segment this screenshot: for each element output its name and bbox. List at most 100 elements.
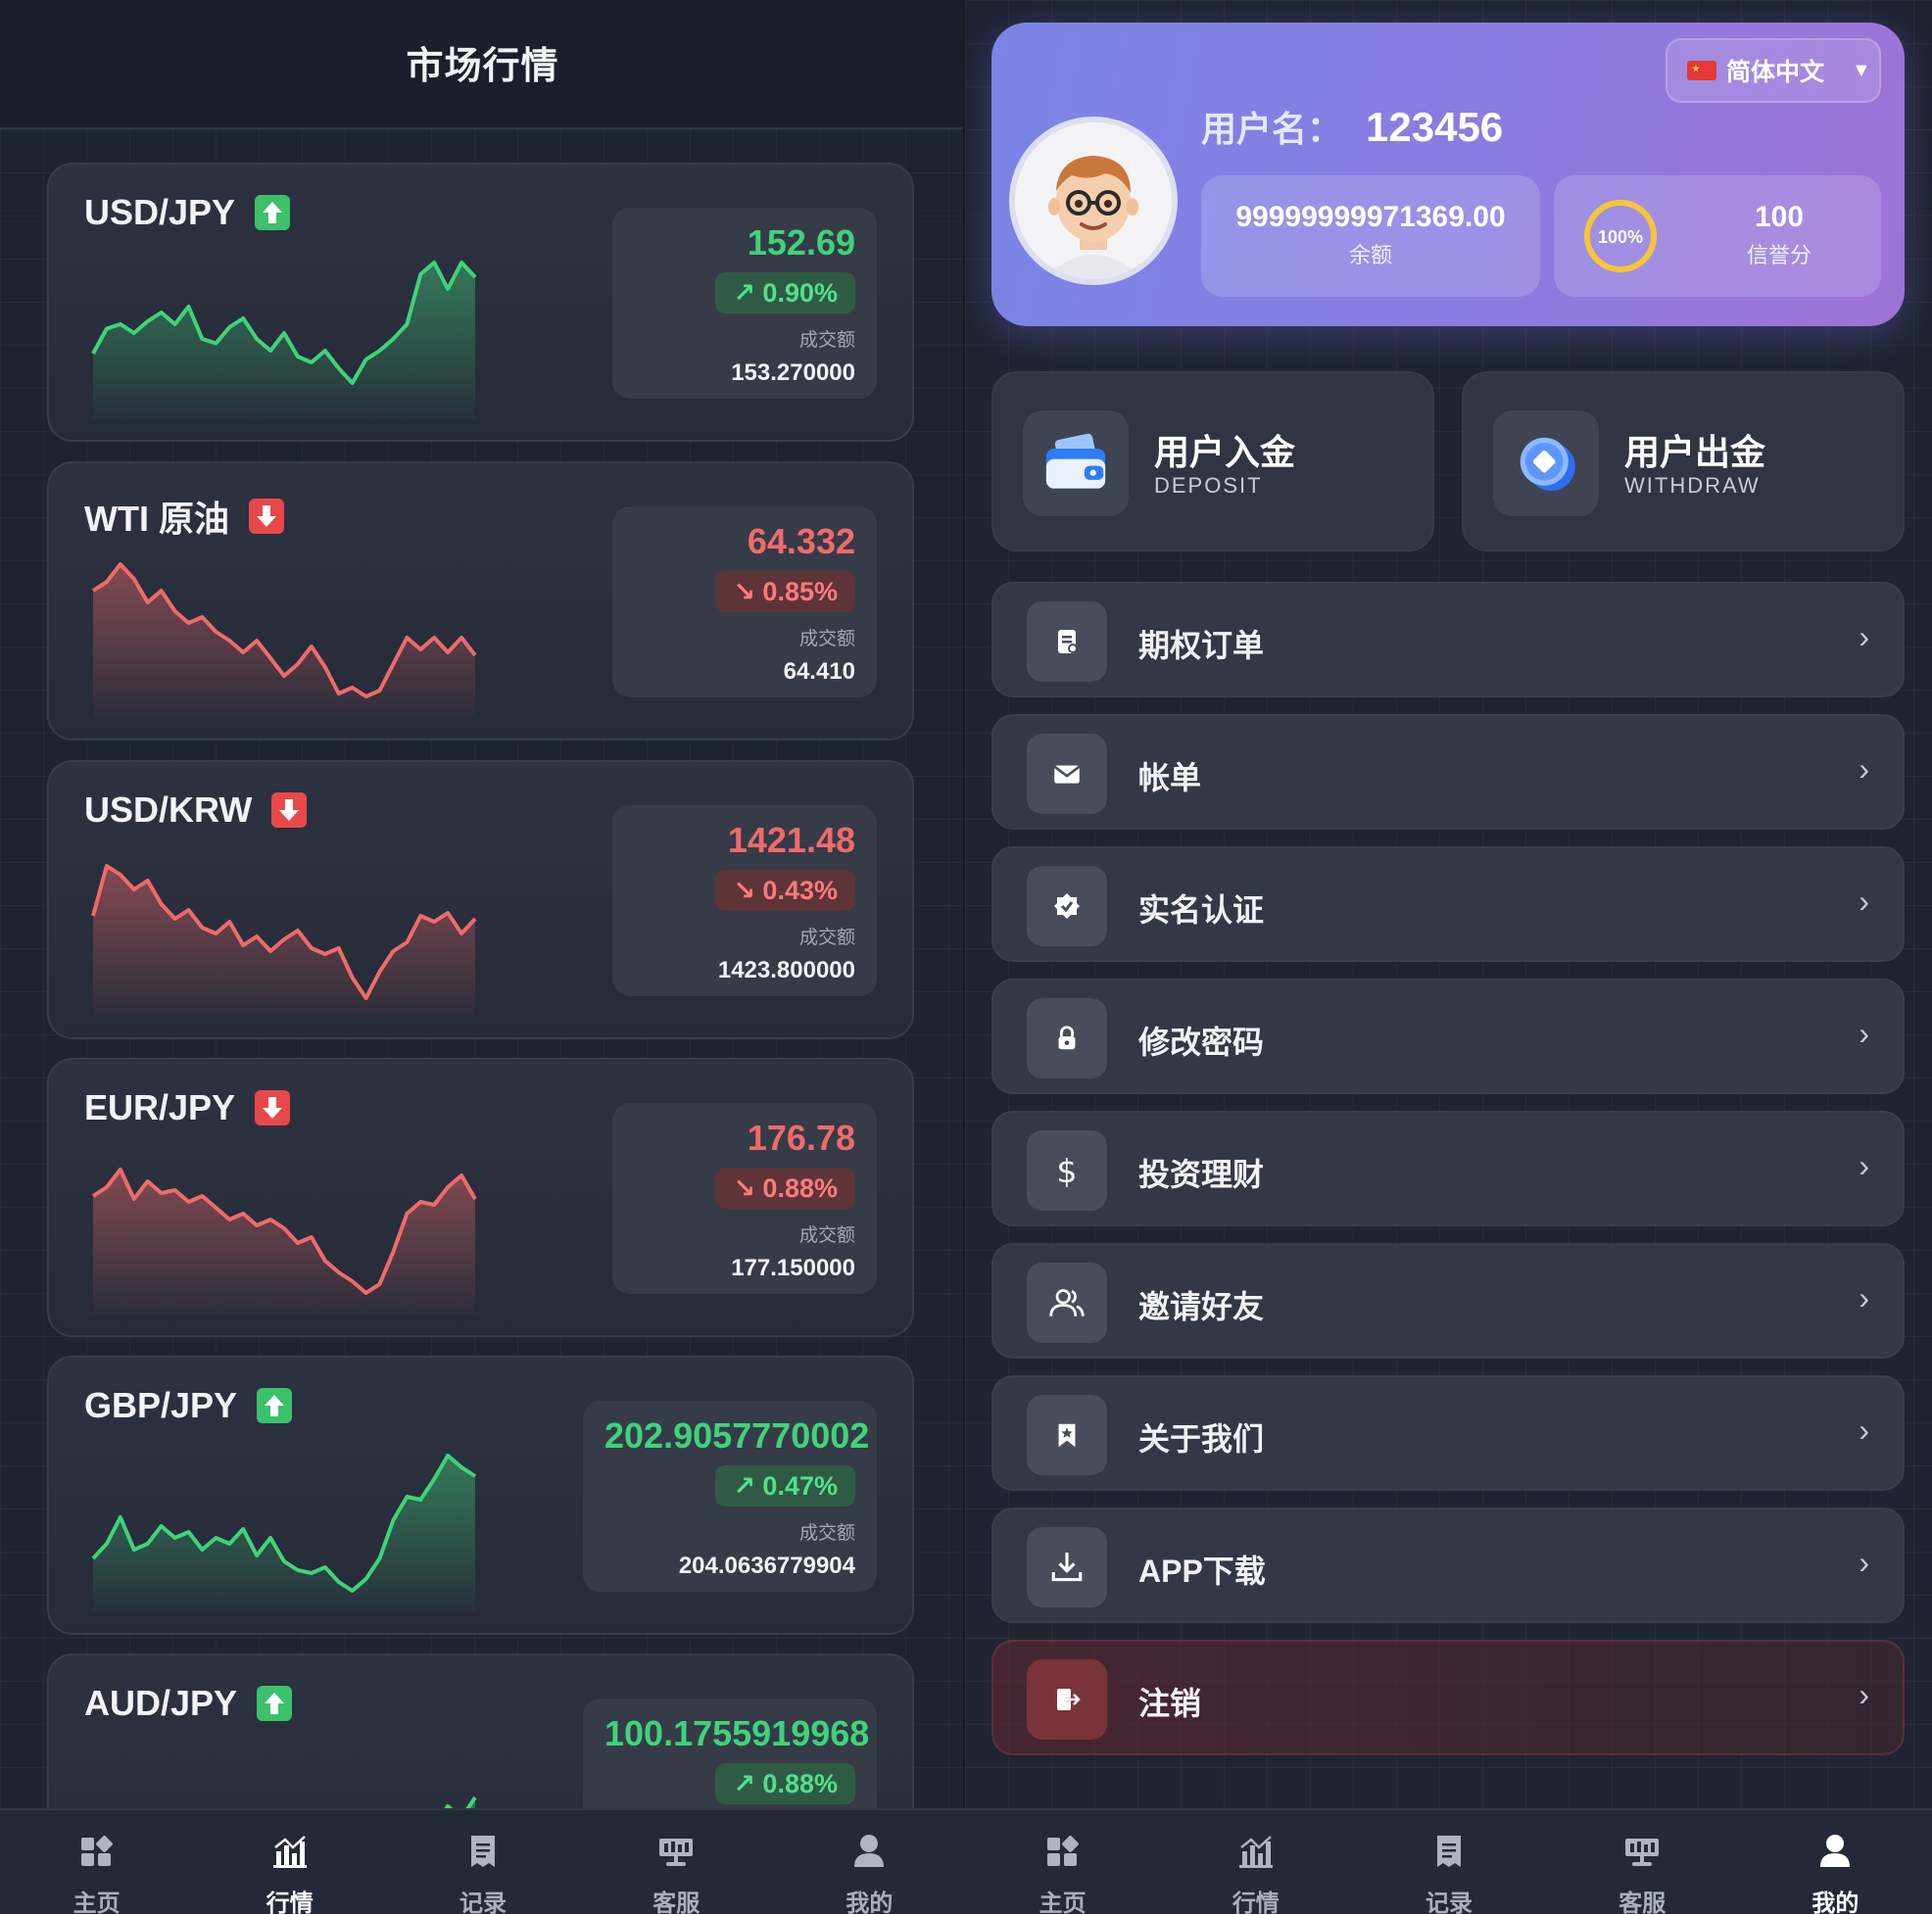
coin-icon [1493, 410, 1599, 516]
profile-panel: 简体中文 ▼ 用户名： 123456 99999999971369.00 余额 1… [965, 0, 1932, 1808]
nav-label: 记录 [459, 1890, 507, 1914]
balance-label: 余额 [1348, 243, 1392, 267]
nav-item[interactable]: 客服 [580, 1810, 773, 1914]
market-card[interactable]: EUR/JPY 176.78 ↘ 0.88% 成交额 177.150000 [47, 1058, 914, 1337]
nav-item[interactable]: 记录 [1352, 1810, 1545, 1914]
user-icon [849, 1832, 889, 1876]
price-value: 100.1755919968 [604, 1713, 870, 1753]
sparkline-area [446, 1797, 475, 1808]
volume-label: 成交额 [798, 928, 855, 948]
chevron-right-icon: › [1859, 1545, 1869, 1580]
volume-value: 153.270000 [731, 359, 855, 386]
volume-label: 成交额 [798, 629, 855, 649]
volume-value: 1423.800000 [717, 957, 855, 983]
support-icon [1622, 1832, 1662, 1876]
volume-label: 成交额 [798, 1523, 855, 1544]
chevron-right-icon: › [1859, 1412, 1869, 1448]
menu-item-label: 投资理财 [1138, 1157, 1265, 1192]
verified-badge-icon [1027, 866, 1107, 946]
nav-item[interactable]: 行情 [193, 1810, 386, 1914]
menu-item-label: 帐单 [1138, 760, 1202, 795]
sparkline-area [93, 1456, 475, 1612]
change-badge: ↘ 0.85% [715, 571, 855, 612]
market-card[interactable]: WTI 原油 64.332 ↘ 0.85% 成交额 64.410 [47, 461, 914, 741]
menu-item[interactable]: 注销 › [991, 1640, 1905, 1755]
menu-item[interactable]: 邀请好友 › [991, 1243, 1905, 1359]
support-icon [656, 1832, 696, 1876]
credit-score-label: 信誉分 [1746, 243, 1811, 267]
download-icon [1027, 1527, 1107, 1607]
quote-box: 100.1755919968↗ 0.88%成交额 [583, 1699, 877, 1808]
menu-item[interactable]: 修改密码 › [991, 979, 1905, 1094]
sparkline-area [93, 564, 475, 718]
records-icon [463, 1832, 503, 1876]
chevron-right-icon: › [1859, 619, 1869, 654]
profile-card: 简体中文 ▼ 用户名： 123456 99999999971369.00 余额 1… [991, 23, 1905, 326]
language-selector[interactable]: 简体中文 ▼ [1666, 38, 1881, 103]
menu-item-label: 关于我们 [1138, 1421, 1265, 1457]
nav-item[interactable]: 行情 [1159, 1810, 1352, 1914]
market-card[interactable]: AUD/JPY100.1755919968↗ 0.88%成交额 [47, 1653, 914, 1808]
credit-score-value: 100 [1754, 201, 1805, 233]
nav-label: 行情 [266, 1890, 314, 1914]
quote-box: 1421.48 ↘ 0.43% 成交额 1423.800000 [612, 805, 877, 996]
menu-item[interactable]: 实名认证 › [991, 846, 1905, 962]
market-card[interactable]: USD/KRW 1421.48 ↘ 0.43% 成交额 1423.800000 [47, 760, 914, 1039]
symbol-name: USD/KRW [84, 790, 308, 831]
quote-box: 202.9057770002 ↗ 0.47% 成交额 204.0636779904 [583, 1401, 877, 1592]
price-value: 64.332 [747, 521, 855, 561]
bottom-nav: 主页 行情 记录 客服 我的 主页 行情 记录 客服 我的 [0, 1808, 1932, 1914]
credit-box: 100% 100 信誉分 [1554, 175, 1881, 297]
menu-item[interactable]: 关于我们 › [991, 1375, 1905, 1491]
chevron-right-icon: › [1859, 751, 1869, 787]
china-flag-icon [1687, 61, 1716, 80]
nav-item[interactable]: 我的 [773, 1810, 966, 1914]
menu-item[interactable]: 帐单 › [991, 714, 1905, 830]
symbol-label: WTI 原油 [84, 499, 229, 539]
change-badge: ↗ 0.88% [715, 1763, 855, 1804]
nav-item[interactable]: 主页 [0, 1810, 193, 1914]
volume-label: 成交额 [798, 330, 855, 351]
symbol-label: EUR/JPY [84, 1087, 236, 1127]
lock-icon [1027, 998, 1107, 1078]
sparkline-chart [91, 261, 477, 419]
quote-box: 152.69 ↗ 0.90% 成交额 153.270000 [612, 208, 877, 399]
user-icon [1815, 1832, 1855, 1876]
price-value: 152.69 [747, 222, 855, 263]
volume-value: 204.0636779904 [678, 1553, 855, 1579]
language-label: 简体中文 [1726, 59, 1825, 86]
nav-item[interactable]: 记录 [386, 1810, 579, 1914]
nav-label: 我的 [845, 1890, 894, 1914]
nav-label: 客服 [1618, 1890, 1666, 1914]
menu-item-label: 邀请好友 [1138, 1289, 1265, 1324]
users-icon [1027, 1263, 1107, 1343]
deposit-button[interactable]: 用户入金 DEPOSIT [991, 371, 1434, 551]
nav-item[interactable]: 客服 [1546, 1810, 1739, 1914]
volume-label: 成交额 [798, 1225, 855, 1246]
nav-item[interactable]: 我的 [1739, 1810, 1932, 1914]
volume-value: 64.410 [783, 658, 855, 685]
sparkline-chart [91, 1168, 477, 1315]
market-card[interactable]: GBP/JPY 202.9057770002 ↗ 0.47% 成交额 204.06367… [47, 1356, 914, 1635]
menu-item[interactable]: $ 投资理财 › [991, 1111, 1905, 1226]
nav-label: 行情 [1232, 1890, 1280, 1914]
arrow-up-icon [257, 1686, 293, 1721]
menu-item-label: 期权订单 [1138, 628, 1265, 663]
username-row: 用户名： 123456 [1201, 101, 1503, 152]
withdraw-button[interactable]: 用户出金 WITHDRAW [1462, 371, 1905, 551]
symbol-label: USD/JPY [84, 192, 236, 232]
market-card[interactable]: USD/JPY 152.69 ↗ 0.90% 成交额 153.270000 [47, 163, 914, 442]
avatar[interactable] [1009, 117, 1178, 285]
change-badge: ↘ 0.88% [715, 1168, 855, 1209]
menu-item[interactable]: 期权订单 › [991, 582, 1905, 697]
nav-item[interactable]: 主页 [966, 1810, 1159, 1914]
home-icon [77, 1832, 117, 1876]
chart-icon [1236, 1832, 1276, 1876]
nav-label: 客服 [652, 1890, 700, 1914]
chevron-right-icon: › [1859, 884, 1869, 919]
deposit-title: 用户入金 [1154, 432, 1296, 472]
menu-item[interactable]: APP下载 › [991, 1507, 1905, 1623]
username-label: 用户名： [1201, 109, 1343, 149]
arrow-down-icon [255, 1090, 291, 1125]
svg-text:$: $ [1056, 1152, 1077, 1189]
